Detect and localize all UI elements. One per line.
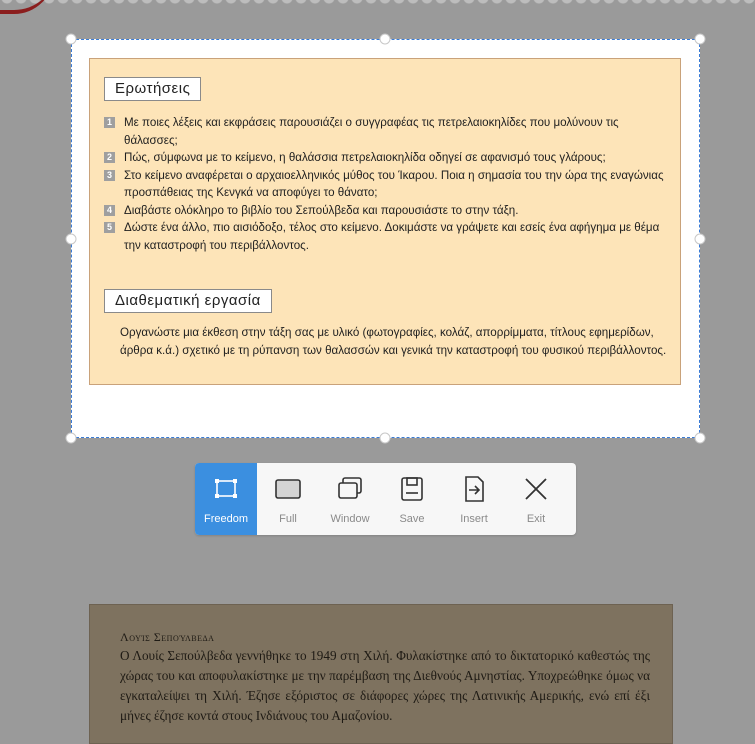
list-item: 5 Δώστε ένα άλλο, πιο αισιόδοξο, τέλος στ…	[104, 219, 669, 254]
full-button[interactable]: Full	[257, 463, 319, 535]
window-icon	[338, 477, 362, 499]
resize-handle-bottom-left[interactable]	[65, 432, 77, 444]
window-label: Window	[330, 513, 370, 525]
list-item: 2 Πώς, σύμφωνα με το κείμενο, η θαλάσσια …	[104, 149, 669, 167]
freedom-button[interactable]: Freedom	[195, 463, 257, 535]
exit-label: Exit	[526, 513, 546, 525]
resize-handle-top[interactable]	[379, 33, 391, 45]
freedom-select-icon	[215, 479, 237, 498]
save-button[interactable]: Save	[381, 463, 443, 535]
questions-list: 1 Με ποιες λέξεις και εκφράσεις παρουσιάζ…	[104, 114, 669, 254]
resize-handle-bottom-right[interactable]	[694, 432, 706, 444]
book-page-background: Λουίς Σεπούλβεδα Ο Λουίς Σεπούλβεδα γενν…	[89, 604, 673, 744]
author-heading: Λουίς Σεπούλβεδα	[120, 630, 215, 644]
list-item: 4 Διαβάστε ολόκληρο το βιβλίο του Σεπούλβ…	[104, 202, 669, 220]
author-bio-text: Ο Λουίς Σεπούλβεδα γεννήθηκε το 1949 στη…	[120, 648, 650, 723]
questions-heading: Ερωτήσεις	[104, 77, 202, 101]
exercise-box: Ερωτήσεις 1 Με ποιες λέξεις και εκφράσεις…	[89, 58, 681, 385]
close-icon	[525, 478, 547, 500]
project-heading: Διαθεματική εργασία	[104, 289, 272, 313]
resize-handle-top-left[interactable]	[65, 33, 77, 45]
window-button[interactable]: Window	[319, 463, 381, 535]
project-text: Οργανώστε μια έκθεση στην τάξη σας με υλ…	[120, 326, 667, 357]
resize-handle-top-right[interactable]	[694, 33, 706, 45]
insert-icon	[465, 476, 484, 502]
exit-button[interactable]: Exit	[505, 463, 567, 535]
full-screen-icon	[275, 479, 301, 499]
screenshot-selection[interactable]: Ερωτήσεις 1 Με ποιες λέξεις και εκφράσεις…	[71, 39, 700, 438]
full-label: Full	[279, 513, 297, 525]
save-icon	[401, 477, 423, 501]
freedom-label: Freedom	[203, 513, 249, 525]
screenshot-toolbar: Freedom Full Window Save Insert Exit	[195, 463, 576, 535]
list-item: 1 Με ποιες λέξεις και εκφράσεις παρουσιάζ…	[104, 114, 669, 149]
insert-label: Insert	[460, 513, 488, 525]
resize-handle-right[interactable]	[694, 233, 706, 245]
insert-button[interactable]: Insert	[443, 463, 505, 535]
resize-handle-left[interactable]	[65, 233, 77, 245]
page-top-edge	[0, 0, 755, 14]
save-label: Save	[399, 513, 425, 525]
list-item: 3 Στο κείμενο αναφέρεται ο αρχαιοελληνικό…	[104, 167, 669, 202]
resize-handle-bottom[interactable]	[379, 432, 391, 444]
